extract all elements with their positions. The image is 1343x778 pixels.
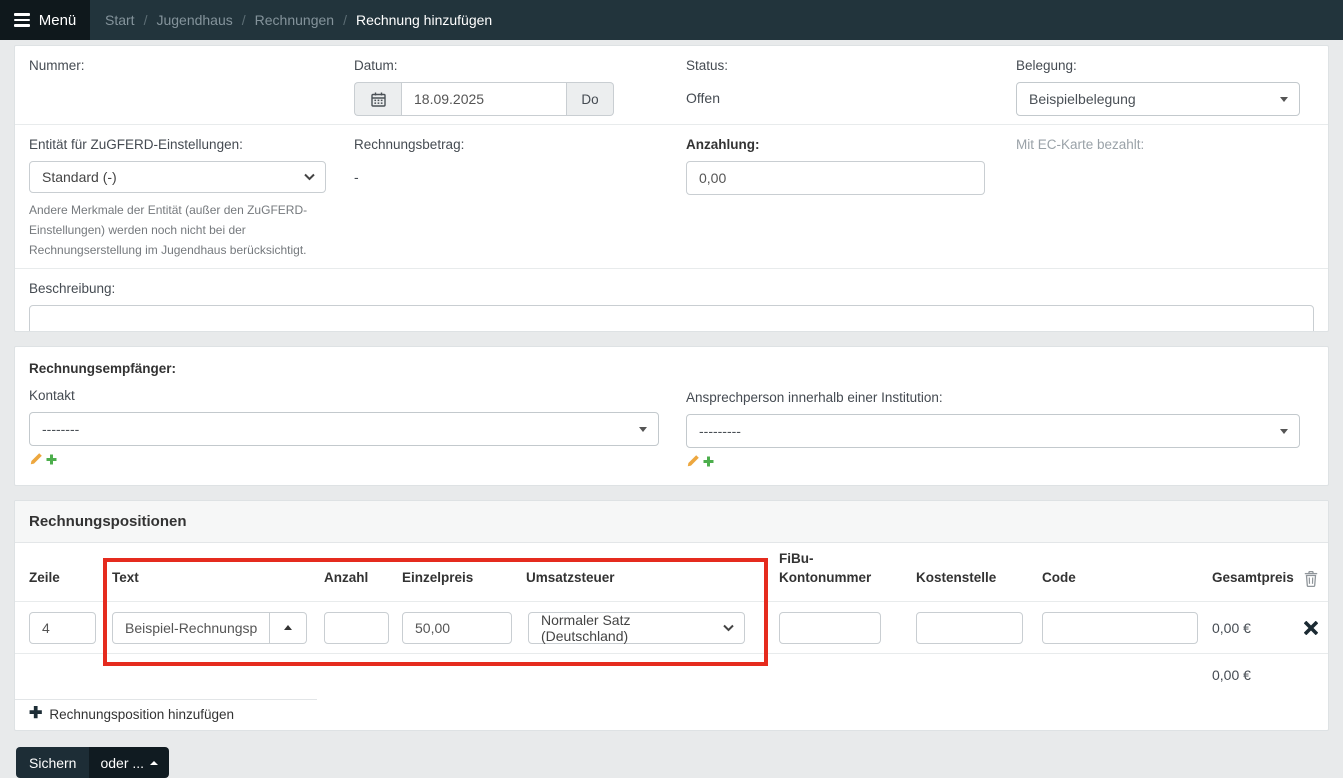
nummer-label: Nummer: xyxy=(29,58,354,73)
total-row-divider xyxy=(15,699,317,700)
save-options-dropdown-button[interactable]: oder ... xyxy=(89,747,169,778)
total-gesamtpreis-value: 0,00 € xyxy=(1212,667,1251,683)
chevron-down-icon xyxy=(304,173,315,181)
anzahlung-label: Anzahlung: xyxy=(686,137,985,152)
kontakt-label: Kontakt xyxy=(29,388,659,403)
umsatzsteuer-select-value: Normaler Satz (Deutschland) xyxy=(541,612,714,644)
ansprechperson-dropdown[interactable]: --------- xyxy=(686,414,1300,448)
edit-ansprechperson-pencil-icon[interactable] xyxy=(686,454,700,468)
calendar-addon[interactable] xyxy=(354,82,401,116)
entitaet-select-value: Standard (-) xyxy=(42,169,117,185)
positionen-title: Rechnungspositionen xyxy=(15,501,1328,543)
datum-weekday-addon: Do xyxy=(567,82,614,116)
code-input[interactable] xyxy=(1042,612,1198,644)
beschreibung-label: Beschreibung: xyxy=(29,281,1314,296)
top-navbar: Menü Start / Jugendhaus / Rechnungen / R… xyxy=(0,0,1343,40)
col-header-umsatzsteuer: Umsatzsteuer xyxy=(519,568,767,588)
entitaet-label: Entität für ZuGFERD-Einstellungen: xyxy=(29,137,326,152)
col-header-anzahl: Anzahl xyxy=(317,568,394,588)
position-text-input[interactable] xyxy=(112,612,270,644)
breadcrumb-separator: / xyxy=(242,12,246,28)
add-ansprechperson-plus-icon[interactable] xyxy=(702,455,715,468)
positionen-total-row: 0,00 € xyxy=(15,654,1328,700)
datum-input-group: Do xyxy=(354,82,614,116)
datum-label: Datum: xyxy=(354,58,686,73)
kontakt-dropdown[interactable]: -------- xyxy=(29,412,659,446)
status-value: Offen xyxy=(686,82,1016,106)
col-header-gesamtpreis: Gesamtpreis xyxy=(1204,568,1294,588)
caret-down-icon xyxy=(1280,429,1288,434)
beschreibung-input[interactable] xyxy=(29,305,1314,332)
caret-up-icon xyxy=(150,761,158,765)
add-position-link[interactable]: ✚ Rechnungsposition hinzufügen xyxy=(29,706,234,722)
add-position-label: Rechnungsposition hinzufügen xyxy=(49,707,234,722)
save-options-label: oder ... xyxy=(100,755,144,771)
ansprechperson-label: Ansprechperson innerhalb einer Instituti… xyxy=(686,390,1300,405)
text-suggestions-toggle-button[interactable] xyxy=(270,612,307,644)
rechnungsbetrag-value: - xyxy=(354,161,686,185)
kontakt-dropdown-value: -------- xyxy=(42,421,79,437)
breadcrumb: Start / Jugendhaus / Rechnungen / Rechnu… xyxy=(105,12,492,28)
breadcrumb-start[interactable]: Start xyxy=(105,12,135,28)
positionen-table: Zeile Text Anzahl Einzelpreis Umsatzsteu… xyxy=(15,543,1328,730)
save-button[interactable]: Sichern xyxy=(16,747,89,778)
einzelpreis-input[interactable] xyxy=(402,612,512,644)
breadcrumb-separator: / xyxy=(144,12,148,28)
col-header-einzelpreis: Einzelpreis xyxy=(394,568,519,588)
ansprechperson-dropdown-value: --------- xyxy=(699,423,741,439)
entitaet-select[interactable]: Standard (-) xyxy=(29,161,326,193)
rechnungsempfaenger-title: Rechnungsempfänger: xyxy=(29,361,659,376)
positionen-header-row: Zeile Text Anzahl Einzelpreis Umsatzsteu… xyxy=(15,543,1328,602)
caret-down-icon xyxy=(1280,97,1288,102)
ec-karte-label: Mit EC-Karte bezahlt: xyxy=(1016,137,1314,152)
breadcrumb-separator: / xyxy=(343,12,347,28)
umsatzsteuer-select[interactable]: Normaler Satz (Deutschland) xyxy=(528,612,745,644)
anzahlung-input[interactable] xyxy=(686,161,985,195)
rechnungsbetrag-label: Rechnungsbetrag: xyxy=(354,137,686,152)
plus-icon: ✚ xyxy=(29,706,42,722)
anzahl-input[interactable] xyxy=(324,612,389,644)
fibu-kontonummer-input[interactable] xyxy=(779,612,881,644)
col-header-kostenstelle: Kostenstelle xyxy=(904,568,1034,588)
kostenstelle-input[interactable] xyxy=(916,612,1023,644)
col-header-text: Text xyxy=(106,568,317,588)
datum-input[interactable] xyxy=(401,82,567,116)
entitaet-help-text: Andere Merkmale der Entität (außer den Z… xyxy=(29,201,326,260)
row-gesamtpreis-value: 0,00 € xyxy=(1204,620,1294,636)
menu-button[interactable]: Menü xyxy=(0,0,90,40)
menu-button-label: Menü xyxy=(39,12,77,29)
chevron-down-icon xyxy=(723,624,734,632)
positionen-panel: Rechnungspositionen Zeile Text Anzahl Ei… xyxy=(14,500,1329,731)
status-label: Status: xyxy=(686,58,1016,73)
position-row: Normaler Satz (Deutschland) 0,00 € xyxy=(15,602,1328,654)
empfaenger-panel: Rechnungsempfänger: Kontakt -------- Ans… xyxy=(14,346,1329,486)
belegung-dropdown-value: Beispielbelegung xyxy=(1029,91,1136,107)
col-header-zeile: Zeile xyxy=(15,568,106,588)
remove-row-x-icon[interactable] xyxy=(1304,621,1318,635)
calendar-icon xyxy=(371,92,386,107)
edit-kontakt-pencil-icon[interactable] xyxy=(29,452,43,466)
breadcrumb-rechnungen[interactable]: Rechnungen xyxy=(255,12,334,28)
caret-up-icon xyxy=(284,625,292,630)
add-kontakt-plus-icon[interactable] xyxy=(45,453,58,466)
belegung-label: Belegung: xyxy=(1016,58,1300,73)
col-header-code: Code xyxy=(1034,568,1204,588)
belegung-dropdown[interactable]: Beispielbelegung xyxy=(1016,82,1300,116)
breadcrumb-current: Rechnung hinzufügen xyxy=(356,12,492,28)
invoice-head-panel: Nummer: Datum: xyxy=(14,45,1329,332)
hamburger-icon xyxy=(14,13,30,27)
form-actions: Sichern oder ... xyxy=(16,747,1313,778)
caret-down-icon xyxy=(639,427,647,432)
trash-icon[interactable] xyxy=(1304,571,1318,587)
breadcrumb-jugendhaus[interactable]: Jugendhaus xyxy=(156,12,232,28)
zeile-input[interactable] xyxy=(29,612,96,644)
col-header-fibu-kontonummer: FiBu-Kontonummer xyxy=(767,549,904,588)
